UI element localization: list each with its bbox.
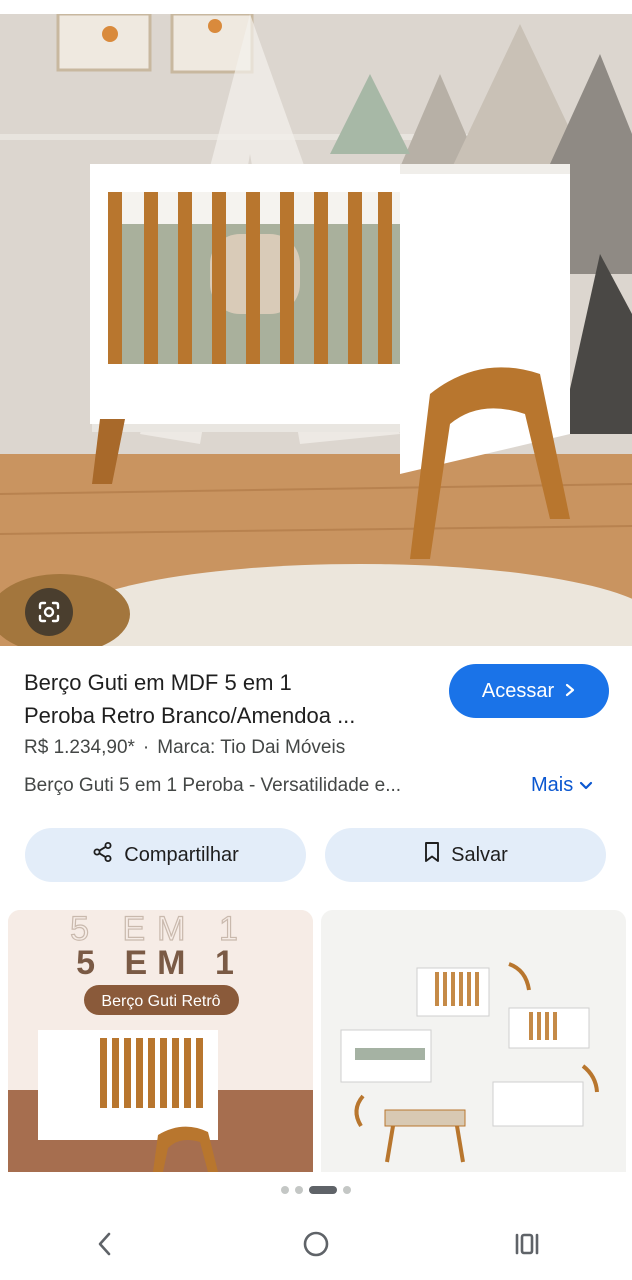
thumbnail-transformation-image	[321, 910, 626, 1172]
thumbnail-5-em-1-image: 5 EM 1 5 EM 1 Berço Guti Retrô	[8, 910, 313, 1172]
google-lens-icon	[36, 599, 62, 625]
save-button[interactable]: Salvar	[325, 828, 606, 882]
carousel-dot-active	[309, 1186, 337, 1194]
product-title-line2: Peroba Retro Branco/Amendoa ...	[24, 703, 356, 728]
access-button-label: Acessar	[481, 679, 555, 702]
home-button[interactable]	[286, 1216, 346, 1276]
share-button[interactable]: Compartilhar	[25, 828, 306, 882]
google-lens-button[interactable]	[25, 588, 73, 636]
share-icon	[92, 841, 114, 869]
separator-dot: ·	[142, 737, 150, 758]
brand: Marca: Tio Dai Móveis	[157, 737, 346, 758]
status-strip	[0, 0, 632, 14]
access-button[interactable]: Acessar	[449, 664, 609, 718]
recents-icon	[513, 1232, 541, 1261]
chevron-right-icon	[564, 681, 576, 701]
chevron-down-icon	[579, 774, 593, 797]
more-button-label: Mais	[531, 774, 574, 796]
product-title: Berço Guti em MDF 5 em 1 Peroba Retro Br…	[24, 666, 434, 732]
carousel-indicator	[0, 1186, 632, 1194]
thumbnail-transformation[interactable]	[321, 910, 626, 1172]
price-brand-row: R$ 1.234,90* · Marca: Tio Dai Móveis	[24, 737, 345, 759]
save-button-label: Salvar	[451, 843, 508, 866]
system-navigation-bar	[0, 1212, 632, 1280]
home-circle-icon	[302, 1230, 330, 1263]
product-description: Berço Guti 5 em 1 Peroba - Versatilidade…	[24, 775, 402, 796]
recents-button[interactable]	[497, 1216, 557, 1276]
carousel-dot	[295, 1186, 303, 1194]
bookmark-icon	[423, 841, 441, 869]
carousel-dot	[281, 1186, 289, 1194]
thumbnail-heading: 5 EM 1	[76, 944, 244, 982]
product-title-line1: Berço Guti em MDF 5 em 1	[24, 670, 292, 695]
price: R$ 1.234,90*	[24, 737, 135, 758]
more-button[interactable]: Mais	[531, 774, 593, 797]
crib-photo	[0, 14, 632, 646]
carousel-dot	[343, 1186, 351, 1194]
outline-heading: 5 EM 1	[70, 910, 250, 948]
share-button-label: Compartilhar	[124, 843, 239, 866]
back-chevron-icon	[95, 1230, 115, 1263]
thumbnail-badge: Berço Guti Retrô	[101, 993, 220, 1010]
product-hero-image[interactable]	[0, 14, 632, 646]
back-button[interactable]	[75, 1216, 135, 1276]
thumbnail-5-em-1[interactable]: 5 EM 1 5 EM 1 Berço Guti Retrô	[8, 910, 313, 1172]
